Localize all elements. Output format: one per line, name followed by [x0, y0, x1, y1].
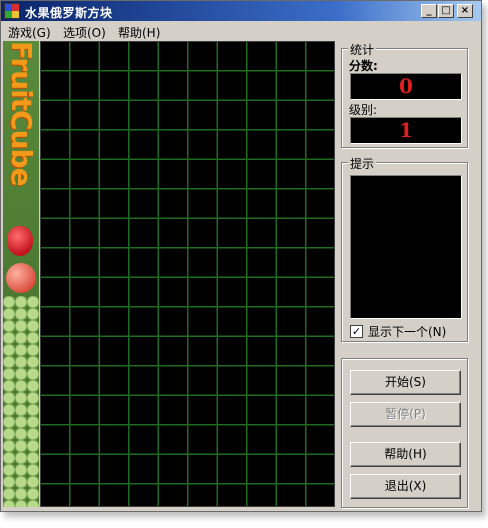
strawberry-icon	[7, 226, 33, 256]
pause-button[interactable]: 暂停(P)	[350, 402, 461, 427]
apple-icon	[6, 263, 36, 293]
logo-text: FruitCube	[5, 41, 38, 186]
app-icon[interactable]	[4, 3, 20, 19]
stats-title: 统计	[348, 41, 377, 58]
hint-title: 提示	[348, 155, 377, 172]
stats-group: 统计 分数: 0 级别: 1	[341, 41, 468, 148]
menu-bar: 游戏(G) 选项(O) 帮助(H)	[1, 21, 481, 40]
minimize-button[interactable]: _	[421, 4, 437, 18]
exit-button[interactable]: 退出(X)	[350, 474, 461, 499]
title-bar[interactable]: 水果俄罗斯方块 _ □ ×	[1, 1, 481, 21]
show-next-label[interactable]: 显示下一个(N)	[368, 323, 446, 340]
menu-game[interactable]: 游戏(G)	[8, 24, 51, 41]
actions-group: 开始(S) 暂停(P) 帮助(H) 退出(X)	[341, 358, 468, 508]
menu-options[interactable]: 选项(O)	[63, 24, 106, 41]
level-label: 级别:	[349, 103, 378, 117]
window-title: 水果俄罗斯方块	[25, 6, 113, 20]
close-button[interactable]: ×	[457, 4, 473, 18]
main-window: 水果俄罗斯方块 _ □ × 游戏(G) 选项(O) 帮助(H) FruitCub…	[0, 0, 482, 512]
level-display: 1	[350, 117, 462, 144]
game-board[interactable]	[40, 41, 335, 507]
show-next-checkbox[interactable]: ✓	[350, 325, 363, 338]
next-piece-preview	[350, 175, 462, 319]
start-button[interactable]: 开始(S)	[350, 370, 461, 395]
menu-help[interactable]: 帮助(H)	[118, 24, 160, 41]
score-display: 0	[350, 73, 462, 100]
help-button[interactable]: 帮助(H)	[350, 442, 461, 467]
maximize-button[interactable]: □	[438, 4, 454, 18]
fruit-banner: FruitCube	[3, 41, 39, 507]
hint-group: 提示 ✓ 显示下一个(N)	[341, 155, 468, 342]
show-next-option[interactable]: ✓ 显示下一个(N)	[350, 323, 446, 340]
grapes-icon	[3, 296, 39, 507]
score-label: 分数:	[349, 59, 378, 73]
